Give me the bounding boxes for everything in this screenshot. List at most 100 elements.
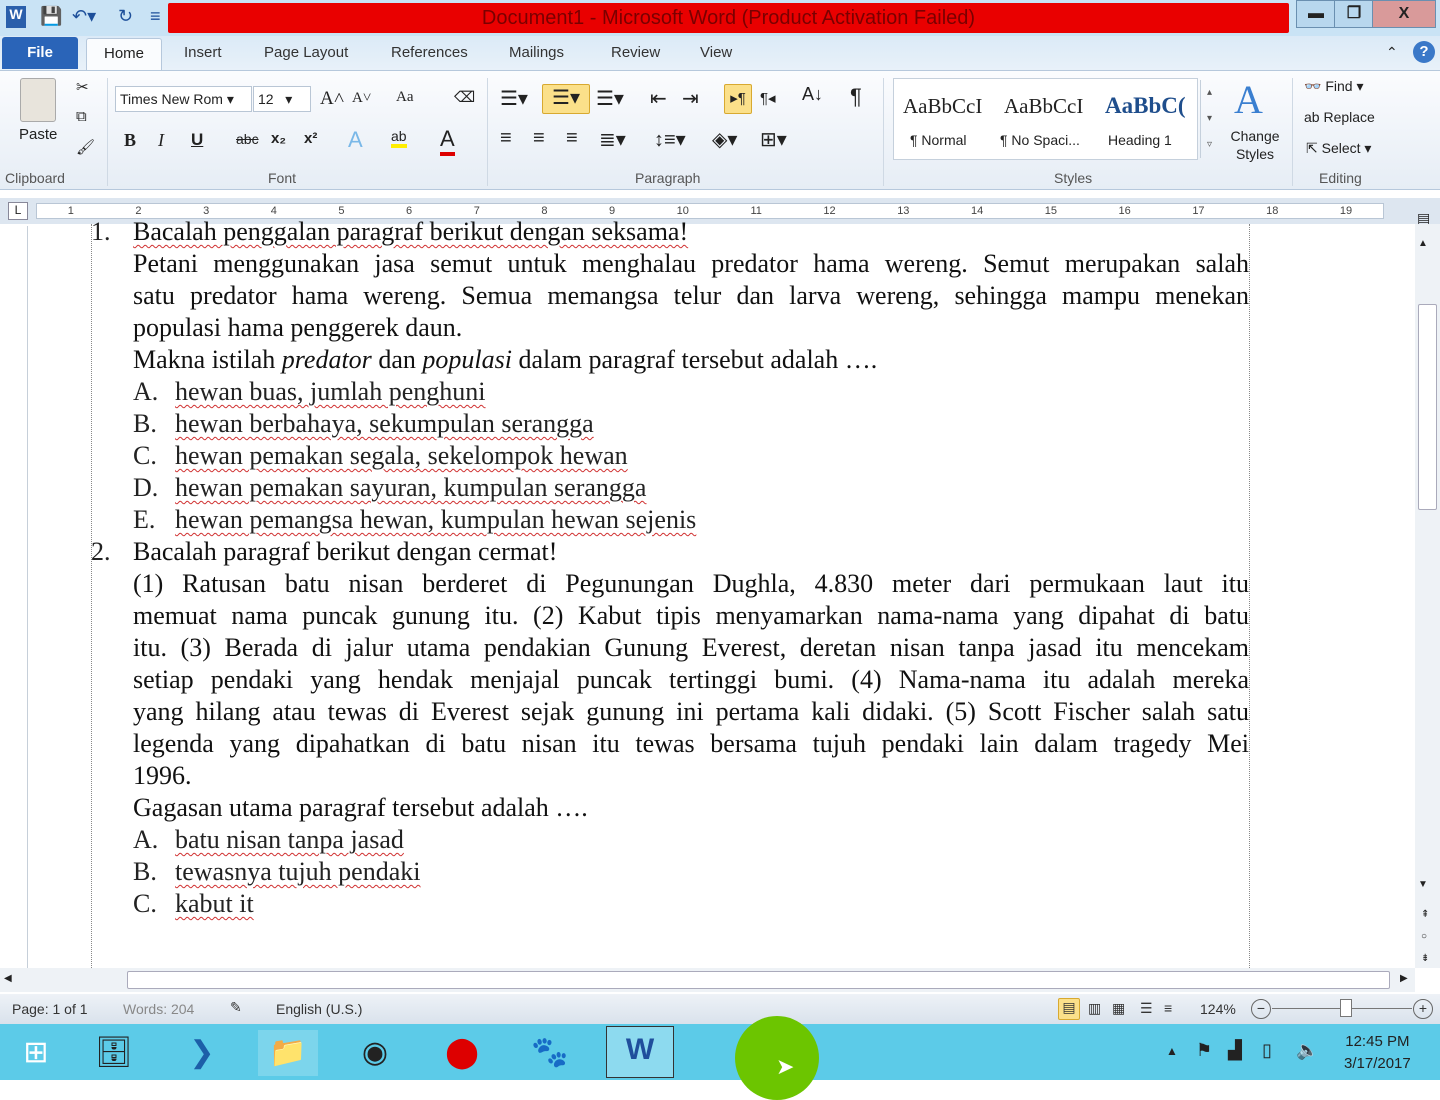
proofing-icon[interactable]: ✎	[230, 999, 242, 1016]
tab-mailings[interactable]: Mailings	[509, 44, 564, 61]
app-icon[interactable]: 🐾	[520, 1030, 580, 1076]
shading-icon[interactable]: ◈▾	[712, 127, 737, 152]
shrink-font-button[interactable]: A˅	[352, 90, 371, 107]
vertical-scroll-thumb[interactable]	[1418, 304, 1437, 510]
decrease-indent-icon[interactable]: ⇤	[650, 86, 667, 111]
underline-button[interactable]: U	[191, 130, 203, 150]
chrome-icon[interactable]: ◉	[345, 1030, 405, 1076]
strikethrough-button[interactable]: abc	[236, 131, 259, 147]
clock[interactable]: 12:45 PM 3/17/2017	[1344, 1031, 1411, 1075]
page-count[interactable]: Page: 1 of 1	[12, 1001, 88, 1017]
horizontal-scrollbar[interactable]: ◀ ▶	[0, 968, 1415, 992]
save-icon[interactable]: 💾	[40, 6, 62, 27]
select-button[interactable]: ⇱ Select ▾	[1306, 140, 1371, 157]
italic-button[interactable]: I	[158, 130, 164, 151]
power-icon[interactable]: ▯	[1262, 1040, 1272, 1061]
show-formatting-icon[interactable]: ¶	[850, 84, 862, 110]
superscript-button[interactable]: x²	[304, 130, 317, 147]
tab-review[interactable]: Review	[611, 44, 660, 61]
word-taskbar-icon[interactable]: W	[606, 1026, 674, 1078]
scroll-right-icon[interactable]: ▶	[1400, 973, 1408, 984]
restore-button[interactable]: ❐	[1334, 0, 1374, 28]
browse-object-icon[interactable]: ⇞ ○ ⇟	[1421, 904, 1429, 970]
web-layout-icon[interactable]: ▦	[1112, 1000, 1125, 1017]
tab-insert[interactable]: Insert	[184, 44, 222, 61]
print-layout-icon[interactable]: ▤	[1058, 998, 1080, 1020]
font-color-icon[interactable]: A	[440, 126, 455, 156]
customize-qat-icon[interactable]: ≡	[150, 6, 161, 27]
subscript-button[interactable]: x₂	[271, 130, 286, 147]
scroll-left-icon[interactable]: ◀	[4, 973, 12, 984]
tab-home[interactable]: Home	[86, 38, 162, 71]
draft-icon[interactable]: ≡	[1164, 1000, 1172, 1016]
rtl-icon[interactable]: ¶◂	[760, 89, 776, 107]
undo-icon[interactable]: ↶▾	[72, 6, 96, 27]
bullets-icon[interactable]: ☰▾	[500, 86, 528, 111]
paste-icon[interactable]	[20, 78, 56, 122]
highlight-icon[interactable]: ab	[391, 128, 407, 148]
copy-icon[interactable]: ⧉	[76, 108, 87, 125]
scroll-up-icon[interactable]: ▲	[1418, 238, 1428, 249]
file-explorer-icon[interactable]: 📁	[258, 1030, 318, 1076]
zoom-slider-thumb[interactable]	[1340, 999, 1352, 1017]
zoom-level[interactable]: 124%	[1200, 1001, 1236, 1017]
sort-icon[interactable]: A↓	[802, 84, 823, 105]
tab-selector[interactable]: L	[8, 202, 28, 220]
font-size-select[interactable]: 12 ▾	[253, 86, 311, 112]
server-manager-icon[interactable]: 🗄	[84, 1030, 144, 1076]
clear-formatting-icon[interactable]: ⌫	[454, 88, 475, 106]
style-normal-preview[interactable]: AaBbCcI	[903, 94, 982, 119]
text-effects-icon[interactable]: A	[348, 127, 363, 153]
powershell-icon[interactable]: ❯	[172, 1030, 232, 1076]
collapse-ribbon-icon[interactable]: ⌃	[1386, 44, 1398, 61]
network-icon[interactable]: ▟	[1228, 1040, 1242, 1061]
change-styles-button[interactable]: Change Styles	[1228, 127, 1282, 163]
language[interactable]: English (U.S.)	[276, 1001, 362, 1017]
align-right-icon[interactable]: ≡	[566, 127, 578, 150]
close-button[interactable]: X	[1372, 0, 1436, 28]
align-center-icon[interactable]: ≡	[533, 127, 545, 150]
multilevel-list-icon[interactable]: ☰▾	[596, 86, 624, 111]
style-heading1[interactable]: Heading 1	[1108, 132, 1172, 148]
tab-page-layout[interactable]: Page Layout	[264, 44, 348, 61]
help-icon[interactable]: ?	[1413, 41, 1435, 63]
ltr-icon[interactable]: ▸¶	[724, 84, 752, 114]
start-button-icon[interactable]: ⊞	[6, 1030, 66, 1076]
vertical-scrollbar[interactable]: ▲ ▼ ⇞ ○ ⇟	[1415, 224, 1440, 968]
paste-button[interactable]: Paste	[19, 126, 57, 143]
show-hidden-icons[interactable]: ▲	[1166, 1044, 1178, 1058]
styles-scroll[interactable]: ▴ ▾ ▿	[1200, 80, 1218, 158]
cut-icon[interactable]: ✂	[76, 78, 89, 96]
style-no-spacing-preview[interactable]: AaBbCcI	[1004, 94, 1083, 119]
tab-view[interactable]: View	[700, 44, 732, 61]
zoom-in-button[interactable]: +	[1413, 999, 1433, 1019]
volume-icon[interactable]: 🔈	[1296, 1040, 1318, 1061]
format-painter-icon[interactable]: 🖌	[76, 138, 95, 156]
style-heading1-preview[interactable]: AaBbC(	[1105, 93, 1191, 119]
outline-icon[interactable]: ☰	[1140, 1000, 1153, 1017]
scroll-down-icon[interactable]: ▼	[1418, 879, 1428, 890]
align-left-icon[interactable]: ≡	[500, 127, 512, 150]
horizontal-scroll-thumb[interactable]	[127, 971, 1390, 989]
style-no-spacing[interactable]: ¶ No Spaci...	[1000, 132, 1080, 148]
numbering-icon[interactable]: ☰▾	[542, 84, 590, 114]
zoom-out-button[interactable]: −	[1251, 999, 1271, 1019]
replace-button[interactable]: ab Replace	[1304, 109, 1375, 125]
increase-indent-icon[interactable]: ⇥	[682, 86, 699, 111]
change-styles-icon[interactable]: A	[1234, 76, 1263, 123]
grow-font-button[interactable]: A˄	[320, 88, 344, 110]
find-button[interactable]: 👓 Find ▾	[1304, 78, 1363, 95]
recorder-icon[interactable]: ⬤	[432, 1030, 492, 1076]
line-spacing-icon[interactable]: ↕≡▾	[654, 127, 686, 152]
full-screen-reading-icon[interactable]: ▥	[1088, 1000, 1101, 1017]
bold-button[interactable]: B	[124, 130, 136, 151]
change-case-button[interactable]: Aa	[396, 89, 414, 106]
justify-icon[interactable]: ≣▾	[599, 127, 626, 152]
borders-icon[interactable]: ⊞▾	[760, 127, 787, 152]
tab-references[interactable]: References	[391, 44, 468, 61]
style-normal[interactable]: ¶ Normal	[910, 132, 967, 148]
word-count[interactable]: Words: 204	[123, 1001, 194, 1017]
font-name-select[interactable]: Times New Rom ▾	[115, 86, 252, 112]
flag-icon[interactable]: ⚑	[1196, 1040, 1212, 1061]
minimize-button[interactable]: ▬	[1296, 0, 1336, 28]
